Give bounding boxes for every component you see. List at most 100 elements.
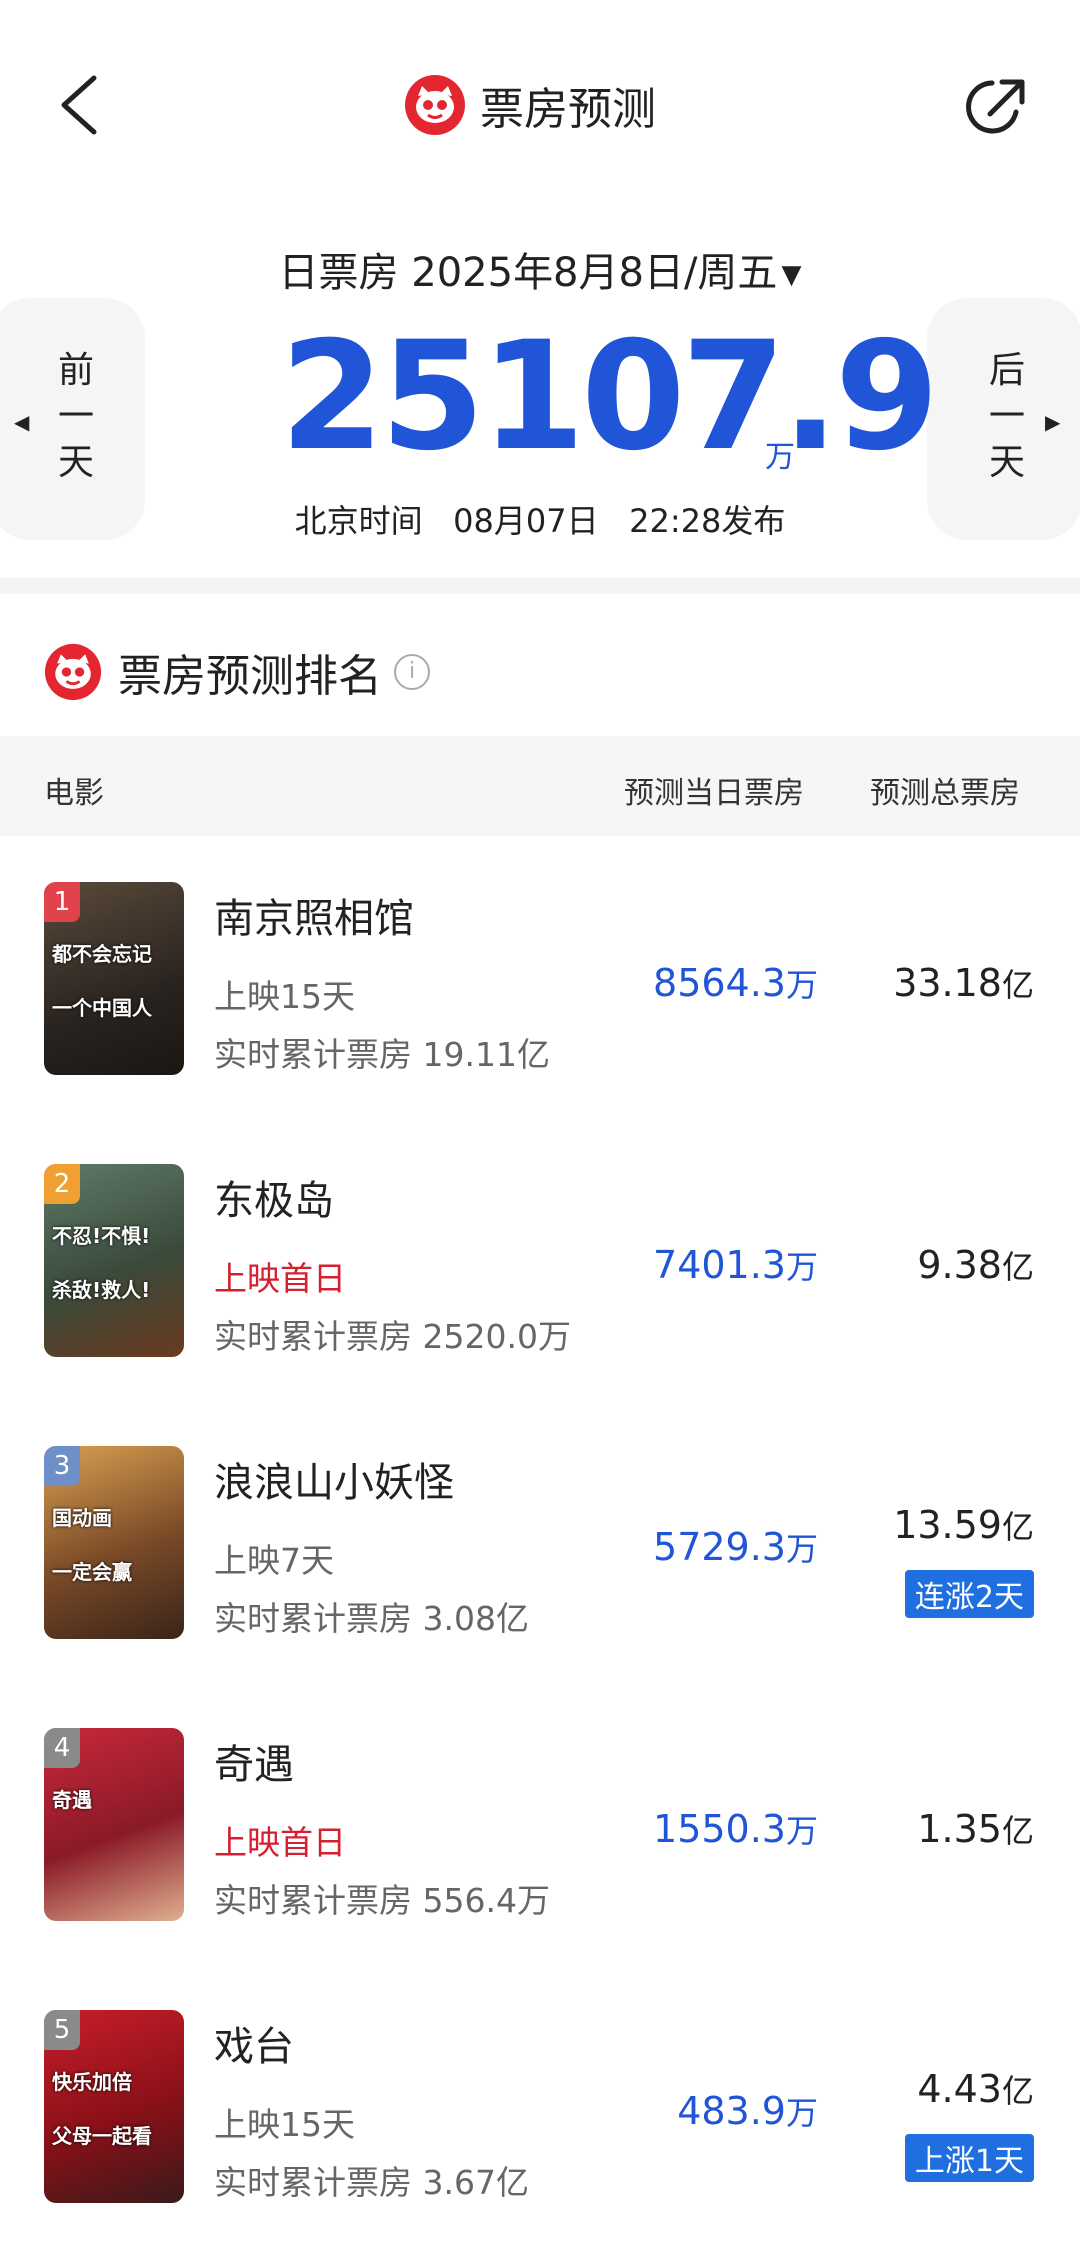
- next-day-label: 后一天: [988, 350, 1025, 483]
- movie-title: 戏台: [214, 2024, 294, 2070]
- trend-badge: 连涨2天: [904, 1570, 1034, 1618]
- release-days: 上映首日: [214, 1823, 346, 1862]
- movie-poster[interactable]: 4 奇遇: [44, 1728, 184, 1921]
- poster-text: 不忍!不惧!: [52, 1224, 151, 1248]
- publish-label: 北京时间: [294, 502, 423, 540]
- publish-date: 08月07日: [453, 502, 599, 540]
- total-unit: 亿: [1001, 966, 1034, 1004]
- predicted-total: 1.35亿: [917, 1806, 1034, 1852]
- movie-title: 浪浪山小妖怪: [214, 1460, 454, 1506]
- total-value: 1.35: [917, 1807, 1002, 1851]
- movie-poster[interactable]: 5 快乐加倍父母一起看: [44, 2010, 184, 2203]
- poster-text: 父母一起看: [52, 2124, 152, 2148]
- predicted-total: 13.59亿: [893, 1502, 1034, 1548]
- cumulative-box-office: 实时累计票房 19.11亿: [214, 1035, 550, 1074]
- publish-time: 22:28发布: [629, 502, 786, 540]
- rank-badge: 5: [44, 2010, 80, 2050]
- daily-value: 7401.3: [653, 1243, 786, 1287]
- rank-badge: 1: [44, 882, 80, 922]
- table-row[interactable]: 2 不忍!不惧! 杀敌!救人! 东极岛上映首日实时累计票房 2520.0万 7401.3…: [0, 1124, 1080, 1406]
- total-value: 13.59: [893, 1503, 1002, 1547]
- cumulative-box-office: 实时累计票房 2520.0万: [214, 1317, 571, 1356]
- daily-unit: 万: [785, 2094, 818, 2132]
- total-box-office-unit: 万: [765, 440, 795, 475]
- total-value: 9.38: [917, 1243, 1002, 1287]
- back-arrow-icon[interactable]: [52, 70, 112, 140]
- header-brand: 票房预测: [404, 74, 656, 136]
- maoyan-cat-logo-icon: [44, 643, 102, 701]
- date-value: 2025年8月8日/周五: [411, 250, 778, 296]
- poster-text: 一个中国人: [52, 996, 152, 1020]
- release-days: 上映15天: [214, 977, 355, 1016]
- daily-value: 1550.3: [653, 1807, 786, 1851]
- poster-text: 奇遇: [52, 1788, 92, 1812]
- release-days: 上映首日: [214, 1259, 346, 1298]
- ranking-section-header: 票房预测排名 i: [44, 640, 430, 704]
- table-row[interactable]: 5 快乐加倍父母一起看 戏台上映15天实时累计票房 3.67亿 483.9万 4.43亿…: [0, 1970, 1080, 2252]
- table-row[interactable]: 4 奇遇 奇遇 上映首日 实时累计票房 556.4万 1550.3万 1.35亿: [0, 1688, 1080, 1970]
- rank-badge: 2: [44, 1164, 80, 1204]
- date-selector[interactable]: 日票房 2025年8月8日/周五 ▼: [0, 240, 1080, 298]
- predicted-daily: 7401.3万: [653, 1242, 818, 1288]
- cumulative-box-office: 实时累计票房 556.4万: [214, 1881, 550, 1920]
- daily-unit: 万: [785, 966, 818, 1004]
- column-total: 预测总票房: [870, 776, 1020, 811]
- poster-text: 杀敌!救人!: [52, 1278, 151, 1302]
- poster-text: 国动画: [52, 1506, 112, 1530]
- predicted-daily: 8564.3万: [653, 960, 818, 1006]
- predicted-daily: 5729.3万: [653, 1524, 818, 1570]
- total-unit: 亿: [1001, 1248, 1034, 1286]
- daily-unit: 万: [785, 1530, 818, 1568]
- release-days: 上映7天: [214, 1541, 334, 1580]
- cumulative-box-office: 实时累计票房 3.67亿: [214, 2163, 529, 2202]
- movie-poster[interactable]: 1 都不会忘记一个中国人: [44, 882, 184, 1075]
- column-movie: 电影: [44, 776, 104, 811]
- movie-title: 东极岛: [214, 1178, 334, 1224]
- table-header: 电影 预测当日票房 预测总票房: [0, 736, 1080, 836]
- daily-unit: 万: [785, 1248, 818, 1286]
- section-divider: [0, 578, 1080, 594]
- movie-title: 南京照相馆: [214, 896, 414, 942]
- daily-unit: 万: [785, 1812, 818, 1850]
- date-type: 日票房: [278, 250, 399, 296]
- triangle-right-icon: ▶: [1045, 410, 1061, 434]
- predicted-daily: 483.9万: [677, 2088, 818, 2134]
- section-title: 票房预测排名: [118, 651, 382, 702]
- movie-poster[interactable]: 3 国动画一定会赢: [44, 1446, 184, 1639]
- triangle-left-icon: ◀: [14, 410, 30, 434]
- cumulative-box-office: 实时累计票房 3.08亿: [214, 1599, 529, 1638]
- total-unit: 亿: [1001, 2072, 1034, 2110]
- table-row[interactable]: 1 都不会忘记一个中国人 南京照相馆上映15天实时累计票房 19.11亿 8564.3…: [0, 842, 1080, 1124]
- poster-text: 一定会赢: [52, 1560, 132, 1584]
- daily-value: 483.9: [677, 2089, 786, 2133]
- movie-title: 奇遇: [214, 1742, 294, 1788]
- movie-poster[interactable]: 2 不忍!不惧! 杀敌!救人!: [44, 1164, 184, 1357]
- top-bar: 票房预测: [0, 0, 1080, 210]
- poster-text: 快乐加倍: [52, 2070, 132, 2094]
- trend-badge: 上涨1天: [904, 2134, 1034, 2182]
- total-unit: 亿: [1001, 1508, 1034, 1546]
- share-icon[interactable]: [962, 72, 1032, 142]
- predicted-total: 4.43亿: [917, 2066, 1034, 2112]
- predicted-total: 33.18亿: [893, 960, 1034, 1006]
- page-title: 票房预测: [480, 84, 656, 135]
- column-daily: 预测当日票房: [624, 776, 804, 811]
- publish-info: 北京时间 08月07日 22:28发布: [0, 496, 1080, 542]
- caret-down-icon: ▼: [781, 260, 802, 290]
- poster-text: 都不会忘记: [52, 942, 152, 966]
- predicted-total: 9.38亿: [917, 1242, 1034, 1288]
- rank-badge: 3: [44, 1446, 80, 1486]
- total-unit: 亿: [1001, 1812, 1034, 1850]
- total-value: 4.43: [917, 2067, 1002, 2111]
- daily-value: 8564.3: [653, 961, 786, 1005]
- release-days: 上映15天: [214, 2105, 355, 2144]
- table-row[interactable]: 3 国动画一定会赢 浪浪山小妖怪上映7天实时累计票房 3.08亿 5729.3万 13.…: [0, 1406, 1080, 1688]
- daily-value: 5729.3: [653, 1525, 786, 1569]
- predicted-daily: 1550.3万: [653, 1806, 818, 1852]
- rank-badge: 4: [44, 1728, 80, 1768]
- prev-day-label: 前一天: [57, 350, 94, 483]
- info-icon[interactable]: i: [394, 654, 430, 690]
- maoyan-cat-logo-icon: [405, 75, 465, 135]
- total-value: 33.18: [893, 961, 1002, 1005]
- total-box-office-value: 25107.9: [280, 310, 939, 484]
